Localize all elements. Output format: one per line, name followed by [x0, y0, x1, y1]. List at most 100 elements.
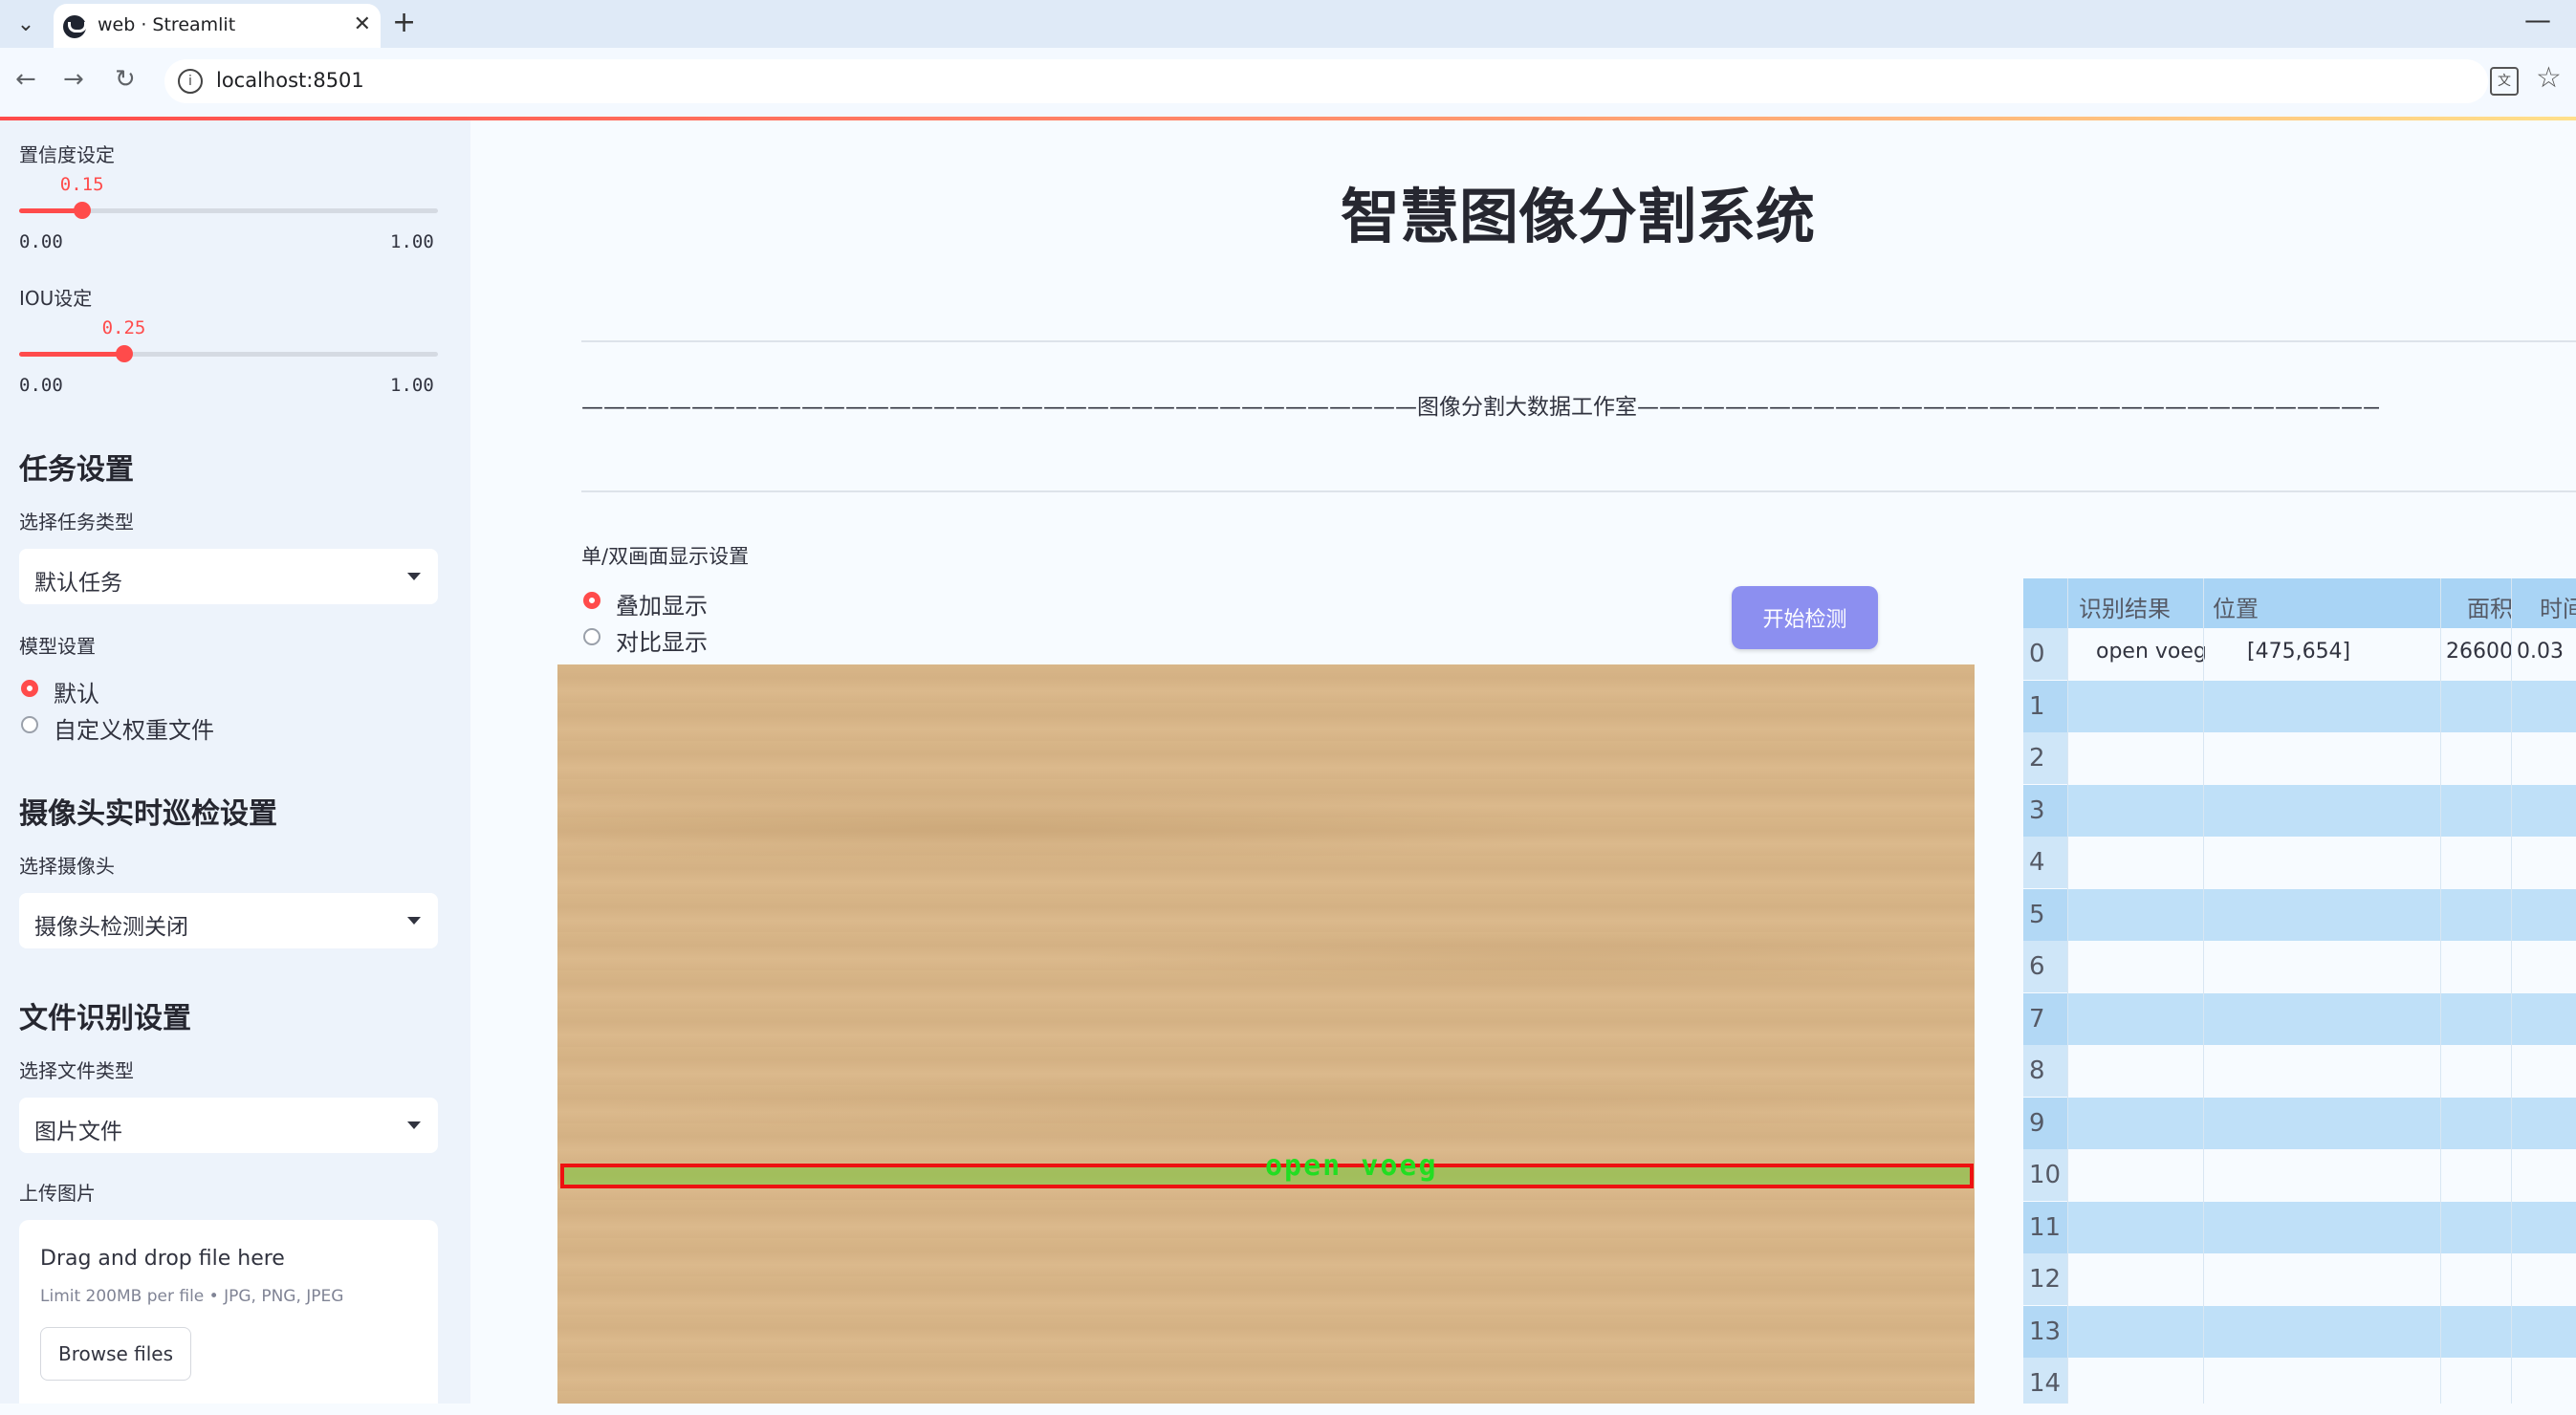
- bookmark-star-icon[interactable]: ☆: [2536, 61, 2562, 95]
- task-type-select[interactable]: 默认任务: [19, 549, 438, 604]
- row-index: 6: [2029, 952, 2045, 981]
- page-title: 智慧图像分割系统: [1340, 182, 1815, 251]
- back-arrow-icon[interactable]: ←: [15, 65, 36, 94]
- row-index: 5: [2029, 900, 2045, 929]
- iou-slider-thumb[interactable]: [115, 345, 133, 362]
- row-index-cell: 12: [2023, 1253, 2067, 1305]
- iou-slider-fill: [19, 352, 124, 357]
- header-area[interactable]: 面积: [2467, 590, 2513, 623]
- row-index: 2: [2029, 744, 2045, 773]
- new-tab-icon[interactable]: +: [392, 6, 416, 39]
- iou-value: 0.25: [101, 317, 146, 338]
- table-row[interactable]: 3: [2023, 784, 2576, 837]
- row-index: 4: [2029, 848, 2045, 877]
- camera-value: 摄像头检测关闭: [34, 915, 188, 940]
- file-type-label: 选择文件类型: [19, 1059, 134, 1082]
- browse-files-button[interactable]: Browse files: [40, 1327, 191, 1381]
- row-index-cell: 7: [2023, 992, 2067, 1045]
- file-dropzone[interactable]: Drag and drop file here Limit 200MB per …: [19, 1220, 438, 1404]
- header-time[interactable]: 时间: [2540, 590, 2576, 623]
- start-detection-button[interactable]: 开始检测: [1732, 586, 1878, 649]
- camera-label: 选择摄像头: [19, 855, 115, 878]
- row-index: 14: [2029, 1369, 2062, 1398]
- camera-settings-heading: 摄像头实时巡检设置: [19, 797, 277, 831]
- table-row[interactable]: 11: [2023, 1201, 2576, 1253]
- table-row[interactable]: 12: [2023, 1253, 2576, 1305]
- radio-selected-icon: [21, 680, 38, 697]
- table-row[interactable]: 5: [2023, 888, 2576, 941]
- detection-class-label: open voeg: [1265, 1149, 1438, 1183]
- model-option-default: 默认: [54, 681, 99, 708]
- cell-time: 0.03: [2517, 640, 2564, 664]
- url-field[interactable]: i localhost:8501: [164, 59, 2488, 103]
- row-index: 12: [2029, 1265, 2062, 1294]
- divider: [581, 340, 2576, 342]
- table-row[interactable]: 2: [2023, 732, 2576, 784]
- table-row[interactable]: 13: [2023, 1305, 2576, 1358]
- chevron-down-icon: [407, 1121, 421, 1129]
- url-text[interactable]: localhost:8501: [216, 69, 364, 92]
- site-info-icon[interactable]: i: [178, 69, 203, 94]
- table-row[interactable]: 8: [2023, 1045, 2576, 1097]
- file-type-select[interactable]: 图片文件: [19, 1098, 438, 1153]
- row-index: 9: [2029, 1108, 2045, 1138]
- row-index-cell: 4: [2023, 837, 2067, 888]
- confidence-slider-thumb[interactable]: [73, 202, 91, 219]
- model-option-custom: 自定义权重文件: [54, 717, 214, 744]
- display-mode-label: 单/双画面显示设置: [581, 545, 750, 568]
- iou-slider[interactable]: [19, 345, 438, 362]
- row-index-cell: 6: [2023, 941, 2067, 992]
- radio-selected-icon: [583, 592, 600, 609]
- browser-tab[interactable]: web · Streamlit ✕: [54, 4, 381, 48]
- tab-close-icon[interactable]: ✕: [354, 12, 371, 36]
- streamlit-favicon-icon: [63, 15, 87, 38]
- iou-label: IOU设定: [19, 287, 93, 310]
- row-index-cell: 0: [2023, 628, 2067, 680]
- address-bar: ← → ↻ i localhost:8501 文 ☆: [0, 48, 2576, 118]
- reload-icon[interactable]: ↻: [115, 65, 136, 94]
- window-minimize-icon[interactable]: —: [2524, 4, 2551, 35]
- results-table[interactable]: 识别结果 位置 面积 时间 0 open voeg [475,654] 26600 0.…: [2023, 578, 2576, 1404]
- confidence-slider[interactable]: [19, 202, 438, 219]
- radio-unselected-icon: [583, 628, 600, 645]
- table-row[interactable]: 0 open voeg [475,654] 26600 0.03: [2023, 628, 2576, 680]
- confidence-label: 置信度设定: [19, 143, 115, 166]
- iou-max: 1.00: [390, 375, 434, 396]
- table-row[interactable]: 14: [2023, 1358, 2576, 1404]
- table-row[interactable]: 6: [2023, 941, 2576, 992]
- row-index: 8: [2029, 1056, 2045, 1085]
- confidence-max: 1.00: [390, 231, 434, 252]
- translate-icon[interactable]: 文: [2490, 67, 2519, 96]
- camera-select[interactable]: 摄像头检测关闭: [19, 893, 438, 948]
- row-index: 1: [2029, 691, 2045, 721]
- row-index: 7: [2029, 1004, 2045, 1034]
- cell-position: [475,654]: [2247, 640, 2351, 664]
- header-position[interactable]: 位置: [2213, 590, 2259, 623]
- chevron-down-icon: [407, 573, 421, 580]
- dropzone-limit: Limit 200MB per file • JPG, PNG, JPEG: [40, 1287, 344, 1306]
- task-type-label: 选择任务类型: [19, 511, 134, 533]
- display-option-overlay: 叠加显示: [616, 593, 708, 620]
- detection-image: open voeg: [557, 664, 1975, 1404]
- row-index: 11: [2029, 1212, 2062, 1242]
- table-row[interactable]: 9: [2023, 1097, 2576, 1149]
- iou-min: 0.00: [19, 375, 63, 396]
- divider: [581, 490, 2576, 492]
- header-result[interactable]: 识别结果: [2079, 590, 2171, 623]
- tab-search-chevron-icon[interactable]: ⌄: [10, 8, 42, 40]
- row-index-cell: 2: [2023, 732, 2067, 784]
- confidence-value: 0.15: [59, 174, 104, 195]
- table-row[interactable]: 4: [2023, 837, 2576, 888]
- browser-tab-strip: ⌄ web · Streamlit ✕ + —: [0, 0, 2576, 48]
- table-row[interactable]: 10: [2023, 1149, 2576, 1201]
- forward-arrow-icon[interactable]: →: [63, 65, 84, 94]
- task-type-value: 默认任务: [34, 571, 122, 596]
- column-divider: [2511, 578, 2512, 1404]
- column-divider: [2440, 578, 2441, 1404]
- file-settings-heading: 文件识别设置: [19, 1002, 191, 1035]
- row-index-cell: 9: [2023, 1097, 2067, 1149]
- row-index: 0: [2029, 640, 2045, 668]
- table-row[interactable]: 7: [2023, 992, 2576, 1045]
- row-index-cell: 10: [2023, 1149, 2067, 1201]
- table-row[interactable]: 1: [2023, 680, 2576, 732]
